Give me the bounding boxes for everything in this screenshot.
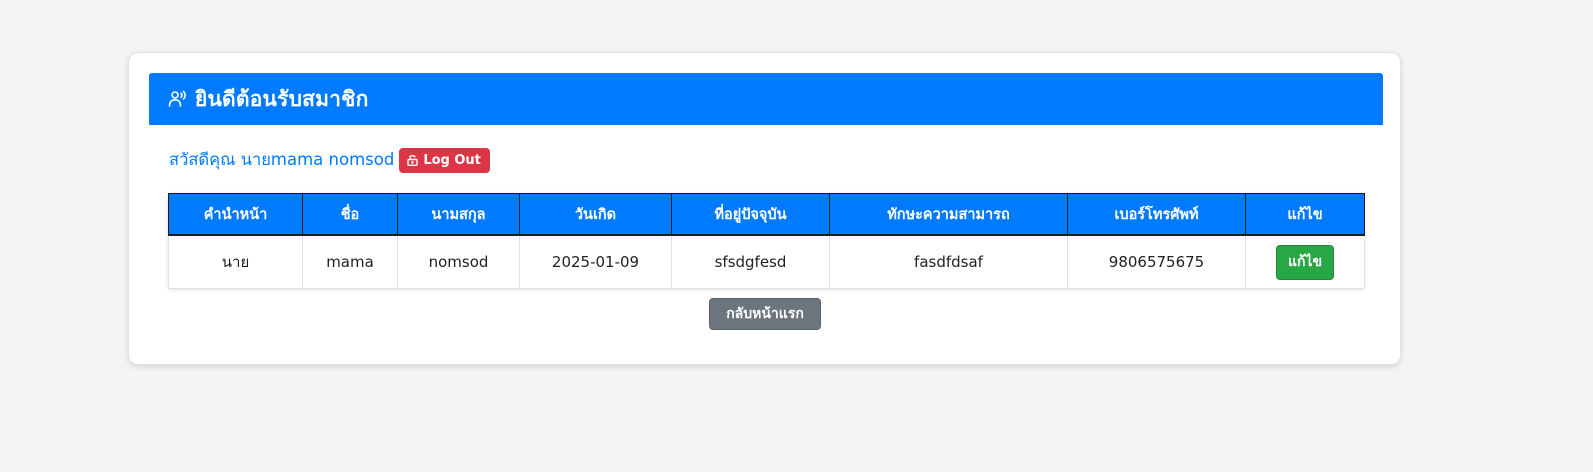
member-table: คำนำหน้า ชื่อ นามสกุล วันเกิด ที่อยู่ปัจ… [168, 193, 1365, 289]
column-header-edit: แก้ไข [1245, 193, 1365, 236]
user-voice-icon [167, 88, 189, 110]
greeting-row: สวัสดีคุณ นายmama nomsod Log Out [169, 147, 490, 173]
logout-button[interactable]: Log Out [399, 147, 490, 173]
column-header-address: ที่อยู่ปัจจุบัน [671, 193, 830, 236]
unlock-icon [407, 154, 419, 166]
cell-first-name: mama [302, 235, 398, 289]
cell-prefix: นาย [168, 235, 303, 289]
cell-birthdate: 2025-01-09 [519, 235, 672, 289]
cell-phone: 9806575675 [1067, 235, 1246, 289]
card-header: ยินดีต้อนรับสมาชิก [149, 73, 1383, 125]
cell-skills: fasdfdsaf [829, 235, 1068, 289]
page-title: ยินดีต้อนรับสมาชิก [195, 86, 369, 111]
cell-last-name: nomsod [397, 235, 520, 289]
back-home-button[interactable]: กลับหน้าแรก [709, 298, 821, 330]
column-header-birthdate: วันเกิด [519, 193, 672, 236]
table-header-row: คำนำหน้า ชื่อ นามสกุล วันเกิด ที่อยู่ปัจ… [168, 193, 1365, 236]
column-header-skills: ทักษะความสามารถ [829, 193, 1068, 236]
member-table-wrapper: คำนำหน้า ชื่อ นามสกุล วันเกิด ที่อยู่ปัจ… [168, 193, 1365, 289]
logout-label: Log Out [423, 152, 481, 168]
column-header-phone: เบอร์โทรศัพท์ [1067, 193, 1246, 236]
table-row: นาย mama nomsod 2025-01-09 sfsdgfesd fas… [168, 235, 1365, 289]
column-header-first-name: ชื่อ [302, 193, 398, 236]
column-header-prefix: คำนำหน้า [168, 193, 303, 236]
greeting-text: สวัสดีคุณ นายmama nomsod [169, 150, 395, 169]
edit-button[interactable]: แก้ไข [1276, 244, 1334, 280]
member-card: ยินดีต้อนรับสมาชิก สวัสดีคุณ นายmama nom… [128, 52, 1401, 365]
cell-edit: แก้ไข [1245, 235, 1365, 289]
cell-address: sfsdgfesd [671, 235, 830, 289]
column-header-last-name: นามสกุล [397, 193, 520, 236]
